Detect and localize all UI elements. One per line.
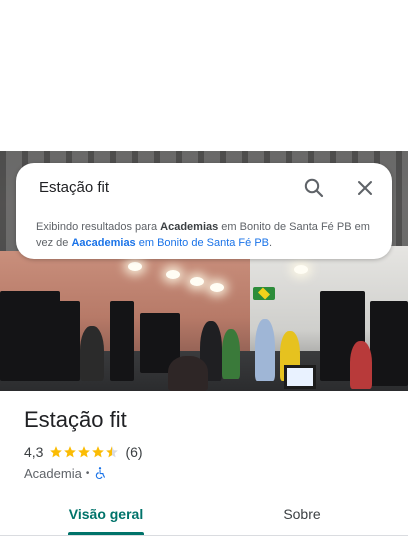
person (222, 329, 240, 379)
tabs-divider (0, 535, 408, 536)
flag-decoration (253, 287, 275, 300)
person (80, 326, 104, 381)
ceiling-light (128, 262, 142, 271)
star-half-icon (106, 446, 119, 458)
ceiling-light (166, 270, 180, 279)
note-end: . (269, 237, 273, 249)
ceiling-light (210, 283, 224, 292)
search-input[interactable] (39, 177, 289, 197)
search-original-link[interactable]: Aacademias em Bonito de Santa Fé PB (71, 237, 269, 249)
tab-overview[interactable]: Visão geral (60, 492, 152, 536)
wheelchair-accessible-icon (93, 466, 107, 480)
note-original-suffix: em Bonito de Santa Fé PB (135, 237, 269, 249)
gym-machine (50, 301, 80, 381)
note-prefix: Exibindo resultados para (36, 221, 161, 233)
search-correction-note: Exibindo resultados para Academias em Bo… (36, 219, 376, 251)
category-row: Academia • (24, 465, 107, 481)
ceiling-light (294, 265, 308, 274)
search-icon[interactable] (302, 176, 326, 200)
tab-about[interactable]: Sobre (256, 492, 348, 536)
search-card: Exibindo resultados para Academias em Bo… (16, 163, 392, 259)
rating-value: 4,3 (24, 444, 44, 460)
close-icon[interactable] (353, 176, 377, 200)
gym-machine (370, 301, 408, 386)
star-full-icon (50, 446, 63, 458)
search-bar (16, 163, 392, 211)
place-tabs: Visão geral Sobre (0, 492, 408, 536)
star-full-icon (64, 446, 77, 458)
person (168, 356, 208, 391)
star-full-icon (92, 446, 105, 458)
place-category[interactable]: Academia (24, 466, 82, 481)
separator-dot: • (85, 467, 90, 479)
monitor-screen (284, 365, 316, 389)
star-rating (49, 445, 119, 459)
note-original-term: Aacademias (71, 237, 136, 249)
review-count[interactable]: (6) (125, 444, 142, 460)
rating-row[interactable]: 4,3 (6) (24, 443, 143, 461)
star-full-icon (78, 446, 91, 458)
note-corrected-term: Academias (160, 221, 219, 233)
gym-machine (110, 301, 134, 381)
place-title: Estação fit (24, 407, 127, 432)
person (350, 341, 372, 389)
place-page: Exibindo resultados para Academias em Bo… (0, 0, 408, 542)
person (255, 319, 275, 381)
ceiling-light (190, 277, 204, 286)
